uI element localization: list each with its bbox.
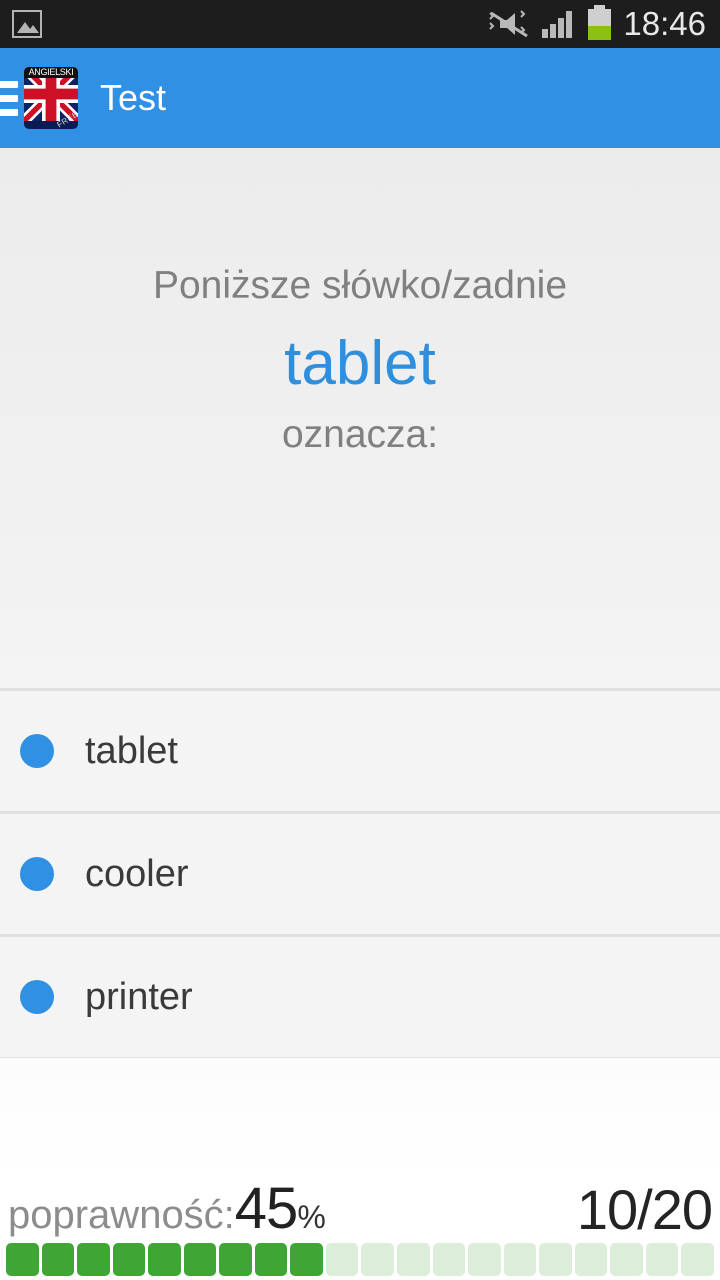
status-bar-clock: 18:46 [623, 4, 706, 42]
progress-segment [574, 1243, 608, 1276]
battery-fill [588, 26, 612, 40]
progress-segment [681, 1243, 714, 1276]
accuracy-label: poprawność: [8, 1193, 235, 1237]
progress-segment [112, 1243, 146, 1276]
progress-segment [77, 1243, 110, 1276]
accuracy-group: poprawność: 45 % [0, 1180, 326, 1238]
answer-option-row[interactable]: printer [0, 937, 720, 1057]
app-bar: ANGIELSKI FREE Test [0, 48, 720, 148]
signal-bars-icon [542, 10, 576, 38]
status-bar-right: 18:46 [488, 4, 720, 42]
progress-segment [432, 1243, 466, 1276]
battery-icon [588, 4, 612, 40]
status-bar-left [0, 10, 488, 38]
progress-segment [148, 1243, 181, 1276]
progress-segment [183, 1243, 217, 1276]
hamburger-menu-icon[interactable] [0, 80, 18, 116]
angielski-flag-icon[interactable]: ANGIELSKI FREE [24, 67, 78, 129]
progress-segment [468, 1243, 501, 1276]
app-icon-top-label: ANGIELSKI [24, 67, 78, 78]
question-prompt: Poniższe słówko/zadnie [152, 264, 568, 307]
progress-segment [539, 1243, 572, 1276]
page-title: Test [100, 77, 167, 118]
progress-segment [503, 1243, 537, 1276]
radio-dot-icon[interactable] [20, 857, 54, 891]
progress-segment [254, 1243, 288, 1276]
answer-option-label: tablet [85, 730, 178, 772]
progress-segment [397, 1243, 430, 1276]
footer-spacer [0, 1058, 720, 1180]
question-panel: Poniższe słówko/zadnie tablet oznacza: [0, 148, 720, 688]
progress-segment [361, 1243, 395, 1276]
answer-option-label: printer [85, 976, 193, 1018]
question-suffix: oznacza: [281, 413, 439, 456]
progress-segment [610, 1243, 643, 1276]
radio-dot-icon[interactable] [20, 734, 54, 768]
answer-option-label: cooler [85, 853, 189, 895]
progress-segment [6, 1243, 39, 1276]
answer-option-row[interactable]: tablet [0, 691, 720, 811]
progress-segment [325, 1243, 359, 1276]
progress-segment [290, 1243, 323, 1276]
progress-segment-bar [6, 1243, 714, 1276]
vibrate-mute-icon [488, 9, 530, 39]
accuracy-value: 45 [234, 1176, 299, 1241]
radio-dot-icon[interactable] [20, 980, 54, 1014]
progress-segment [41, 1243, 75, 1276]
status-bar: 18:46 [0, 0, 720, 48]
answer-options-list: tablet cooler printer [0, 688, 720, 1060]
app-screen: 18:46 ANGIELSKI FREE Test Poniższe słówk… [0, 0, 720, 1280]
answer-option-row[interactable]: cooler [0, 814, 720, 934]
progress-segment [645, 1243, 679, 1276]
image-notification-icon [12, 10, 42, 38]
score-row: poprawność: 45 % 10/20 [0, 1180, 720, 1242]
question-word: tablet [284, 329, 436, 398]
progress-segment [219, 1243, 252, 1276]
accuracy-unit: % [297, 1199, 326, 1235]
progress-counter: 10/20 [576, 1178, 713, 1241]
